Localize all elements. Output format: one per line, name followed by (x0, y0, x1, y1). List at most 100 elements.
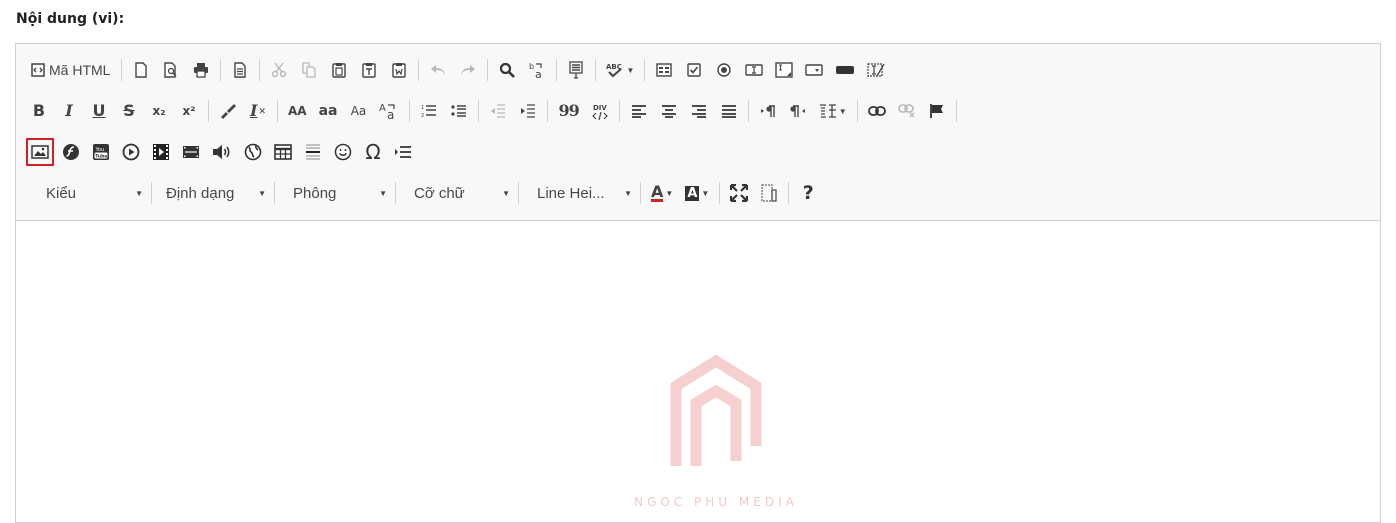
lowercase-button[interactable]: aa (315, 97, 342, 125)
page-break-button[interactable] (390, 138, 416, 166)
superscript-button[interactable]: x² (176, 97, 202, 125)
paste-word-button[interactable] (386, 56, 412, 84)
button-icon (836, 66, 855, 74)
select-all-icon (569, 61, 584, 79)
spellcheck-button[interactable]: ABC ▼ (602, 56, 638, 84)
format-combo-label: Định dạng (166, 184, 235, 202)
strike-button[interactable]: S (116, 97, 142, 125)
bold-button[interactable]: B (26, 97, 52, 125)
line-height-combo[interactable]: Line Hei... ▼ (525, 180, 638, 206)
indent-button[interactable] (515, 97, 541, 125)
italic-button[interactable]: I (56, 97, 82, 125)
superscript-glyph: x² (182, 104, 196, 118)
styles-combo-label: Kiểu (46, 184, 77, 202)
format-combo[interactable]: Định dạng ▼ (158, 180, 272, 206)
maximize-button[interactable] (726, 179, 752, 207)
text-color-button[interactable]: A ▼ (647, 179, 677, 207)
print-button[interactable] (188, 56, 214, 84)
chevron-down-icon: ▼ (701, 188, 710, 198)
numbered-list-button[interactable]: 12 (416, 97, 442, 125)
justify-button[interactable] (716, 97, 742, 125)
anchor-button[interactable] (924, 97, 950, 125)
text-field-button[interactable] (741, 56, 767, 84)
copy-format-button[interactable] (215, 97, 241, 125)
separator (121, 59, 123, 81)
youtube-button[interactable]: You Tube (88, 138, 114, 166)
form-button-button[interactable] (831, 56, 859, 84)
indent-icon (521, 104, 536, 118)
svg-text:A: A (379, 103, 386, 114)
separator (640, 182, 641, 204)
new-page-button[interactable] (128, 56, 154, 84)
chevron-down-icon: ▼ (838, 106, 847, 116)
font-size-combo[interactable]: Cỡ chữ ▼ (402, 180, 516, 206)
textarea-button[interactable] (771, 56, 797, 84)
special-char-button[interactable]: Ω (360, 138, 386, 166)
rtl-button[interactable] (785, 97, 811, 125)
outdent-button[interactable] (485, 97, 511, 125)
image-button[interactable] (26, 138, 54, 166)
spellcheck-icon: ABC (606, 63, 622, 78)
subscript-button[interactable]: x₂ (146, 97, 172, 125)
iframe-button[interactable] (240, 138, 266, 166)
div-button[interactable]: DIV (587, 97, 613, 125)
quote-icon: 99 (558, 101, 579, 120)
flash-button[interactable] (58, 138, 84, 166)
paste-text-button[interactable] (356, 56, 382, 84)
video-button[interactable] (118, 138, 144, 166)
preview-button[interactable] (158, 56, 184, 84)
about-button[interactable]: ? (795, 179, 821, 207)
bulleted-list-button[interactable] (446, 97, 472, 125)
cut-button[interactable] (266, 56, 292, 84)
horizontal-rule-button[interactable] (300, 138, 326, 166)
separator (395, 182, 396, 204)
show-blocks-button[interactable] (756, 179, 782, 207)
separator (595, 59, 597, 81)
table-button[interactable] (270, 138, 296, 166)
smiley-button[interactable] (330, 138, 356, 166)
find-button[interactable] (494, 56, 520, 84)
styles-combo[interactable]: Kiểu ▼ (26, 180, 149, 206)
ltr-button[interactable] (755, 97, 781, 125)
separator (259, 59, 261, 81)
flag-icon (929, 104, 943, 118)
remove-format-button[interactable]: I ✕ (245, 97, 271, 125)
select-field-button[interactable] (801, 56, 827, 84)
align-center-button[interactable] (656, 97, 682, 125)
hidden-field-button[interactable] (863, 56, 889, 84)
undo-button[interactable] (425, 56, 451, 84)
unlink-button[interactable] (894, 97, 920, 125)
help-icon: ? (802, 181, 814, 204)
separator (788, 182, 790, 204)
svg-text:b: b (529, 62, 534, 71)
copy-button[interactable] (296, 56, 322, 84)
audio-button[interactable] (208, 138, 236, 166)
templates-button[interactable] (227, 56, 253, 84)
paste-button[interactable] (326, 56, 352, 84)
blockquote-button[interactable]: 99 (554, 97, 582, 125)
film-button[interactable] (178, 138, 204, 166)
transform-case-button[interactable]: Aa (375, 97, 403, 125)
field-label: Nội dung (vi): (16, 11, 125, 27)
uppercase-button[interactable]: AA (284, 97, 311, 125)
paste-text-icon (362, 63, 377, 78)
font-combo[interactable]: Phông ▼ (281, 180, 393, 206)
align-right-button[interactable] (686, 97, 712, 125)
div-icon: DIV (591, 104, 608, 120)
capitalize-button[interactable]: Aa (345, 97, 371, 125)
editor-content-area[interactable]: NGOC PHU MEDIA (16, 221, 1380, 523)
underline-button[interactable]: U (86, 97, 112, 125)
replace-button[interactable]: ba (524, 56, 550, 84)
bg-color-button[interactable]: A ▼ (681, 179, 713, 207)
form-button[interactable] (651, 56, 677, 84)
radio-button[interactable] (711, 56, 737, 84)
redo-button[interactable] (455, 56, 481, 84)
media-button[interactable] (148, 138, 174, 166)
link-button[interactable] (864, 97, 890, 125)
transform-case-icon: Aa (379, 103, 396, 120)
source-button[interactable]: Mã HTML (26, 56, 115, 84)
language-button[interactable]: ▼ (815, 97, 851, 125)
checkbox-button[interactable] (681, 56, 707, 84)
select-all-button[interactable] (563, 56, 589, 84)
align-left-button[interactable] (626, 97, 652, 125)
